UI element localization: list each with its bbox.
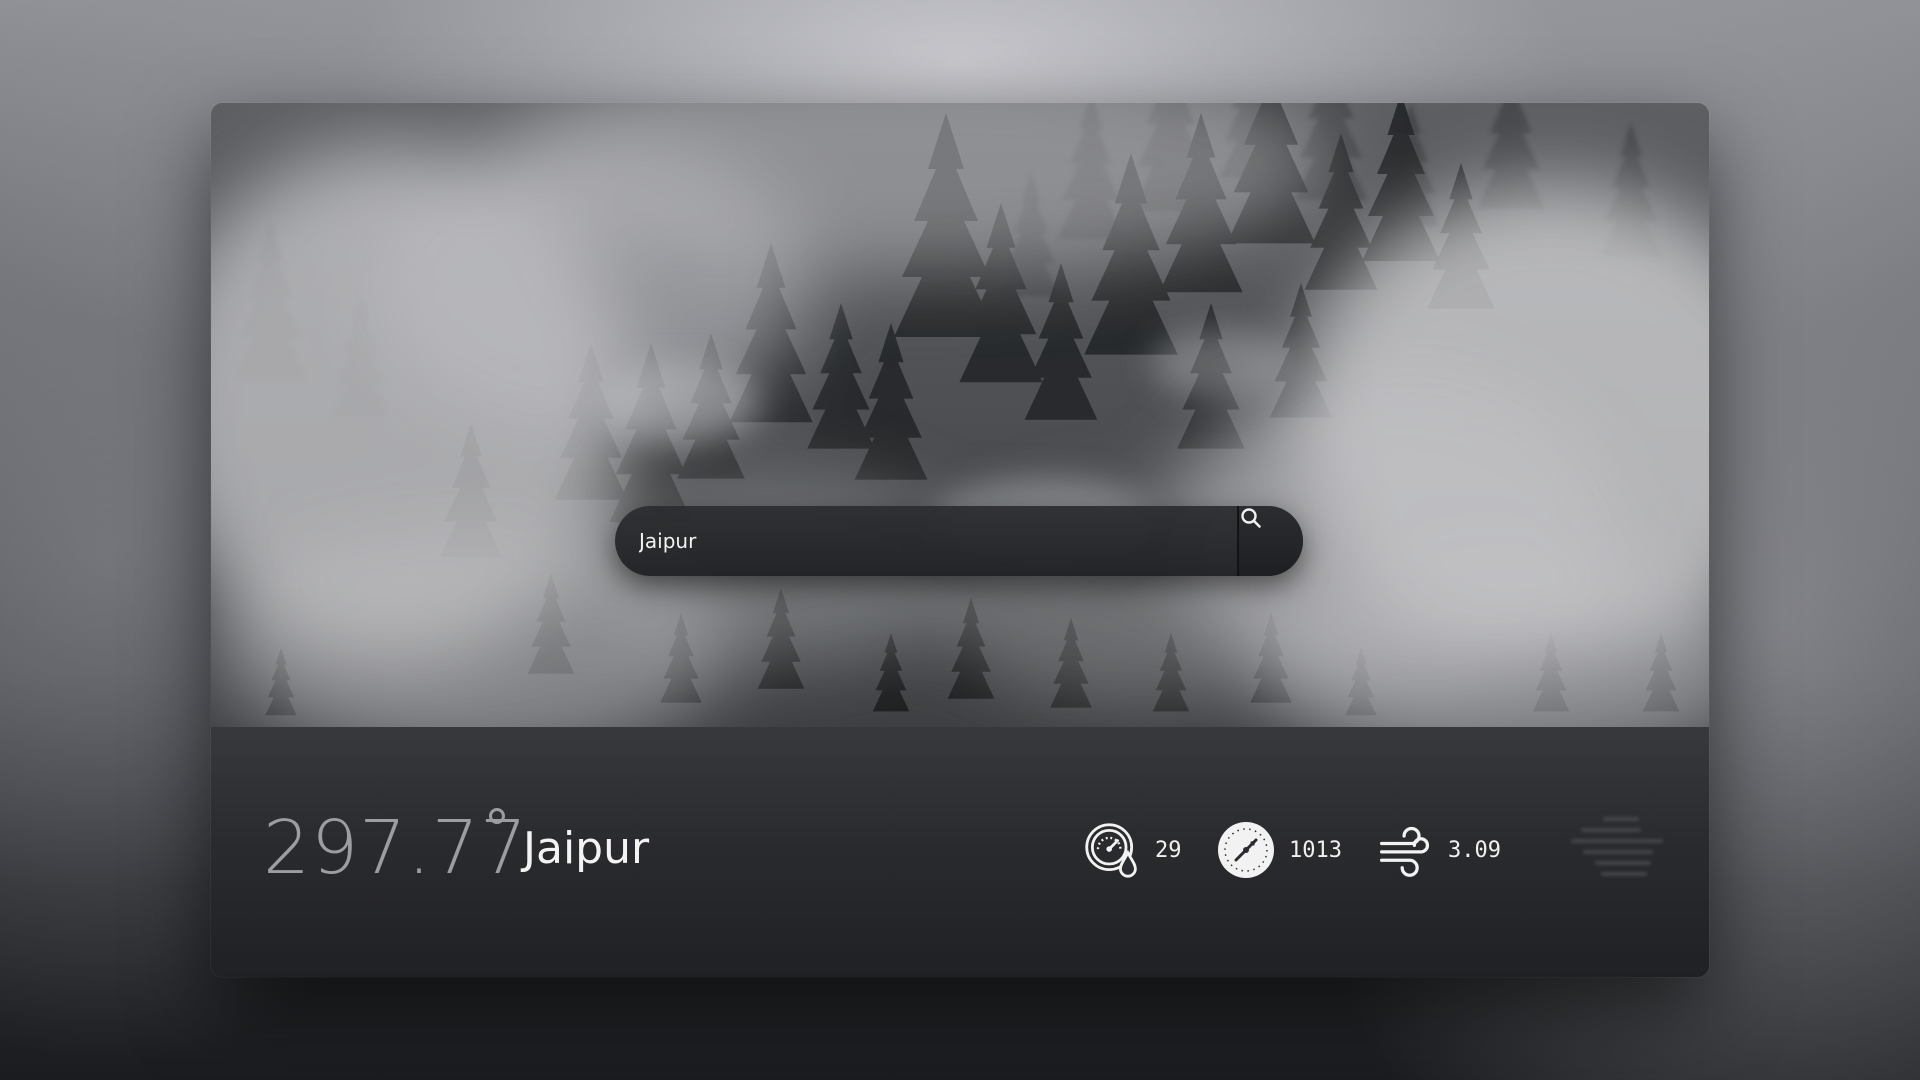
- wind-stat: 3.09: [1376, 820, 1501, 880]
- search-bar: [615, 506, 1303, 576]
- humidity-gauge-icon: [1083, 821, 1141, 879]
- humidity-value: 29: [1155, 837, 1182, 863]
- fog-icon: [1571, 817, 1671, 887]
- hero-background-image: [211, 103, 1709, 727]
- search-icon: [1241, 508, 1261, 528]
- humidity-stat: 29: [1083, 820, 1182, 880]
- weather-info-panel: 297.77 Jaipur 29 1013 3.09: [211, 727, 1709, 977]
- pressure-stat: 1013: [1217, 820, 1342, 880]
- city-name: Jaipur: [523, 823, 650, 874]
- weather-app-window: 297.77 Jaipur 29: [211, 103, 1709, 977]
- wind-value: 3.09: [1448, 837, 1501, 863]
- temperature-value: 297.77: [263, 805, 528, 891]
- pressure-compass-icon: [1217, 821, 1275, 879]
- wind-icon: [1376, 821, 1434, 879]
- search-button[interactable]: [1239, 506, 1303, 576]
- degree-symbol: [489, 808, 505, 824]
- misty-forest-illustration: [211, 103, 1709, 727]
- pressure-value: 1013: [1289, 837, 1342, 863]
- search-input[interactable]: [615, 506, 1235, 576]
